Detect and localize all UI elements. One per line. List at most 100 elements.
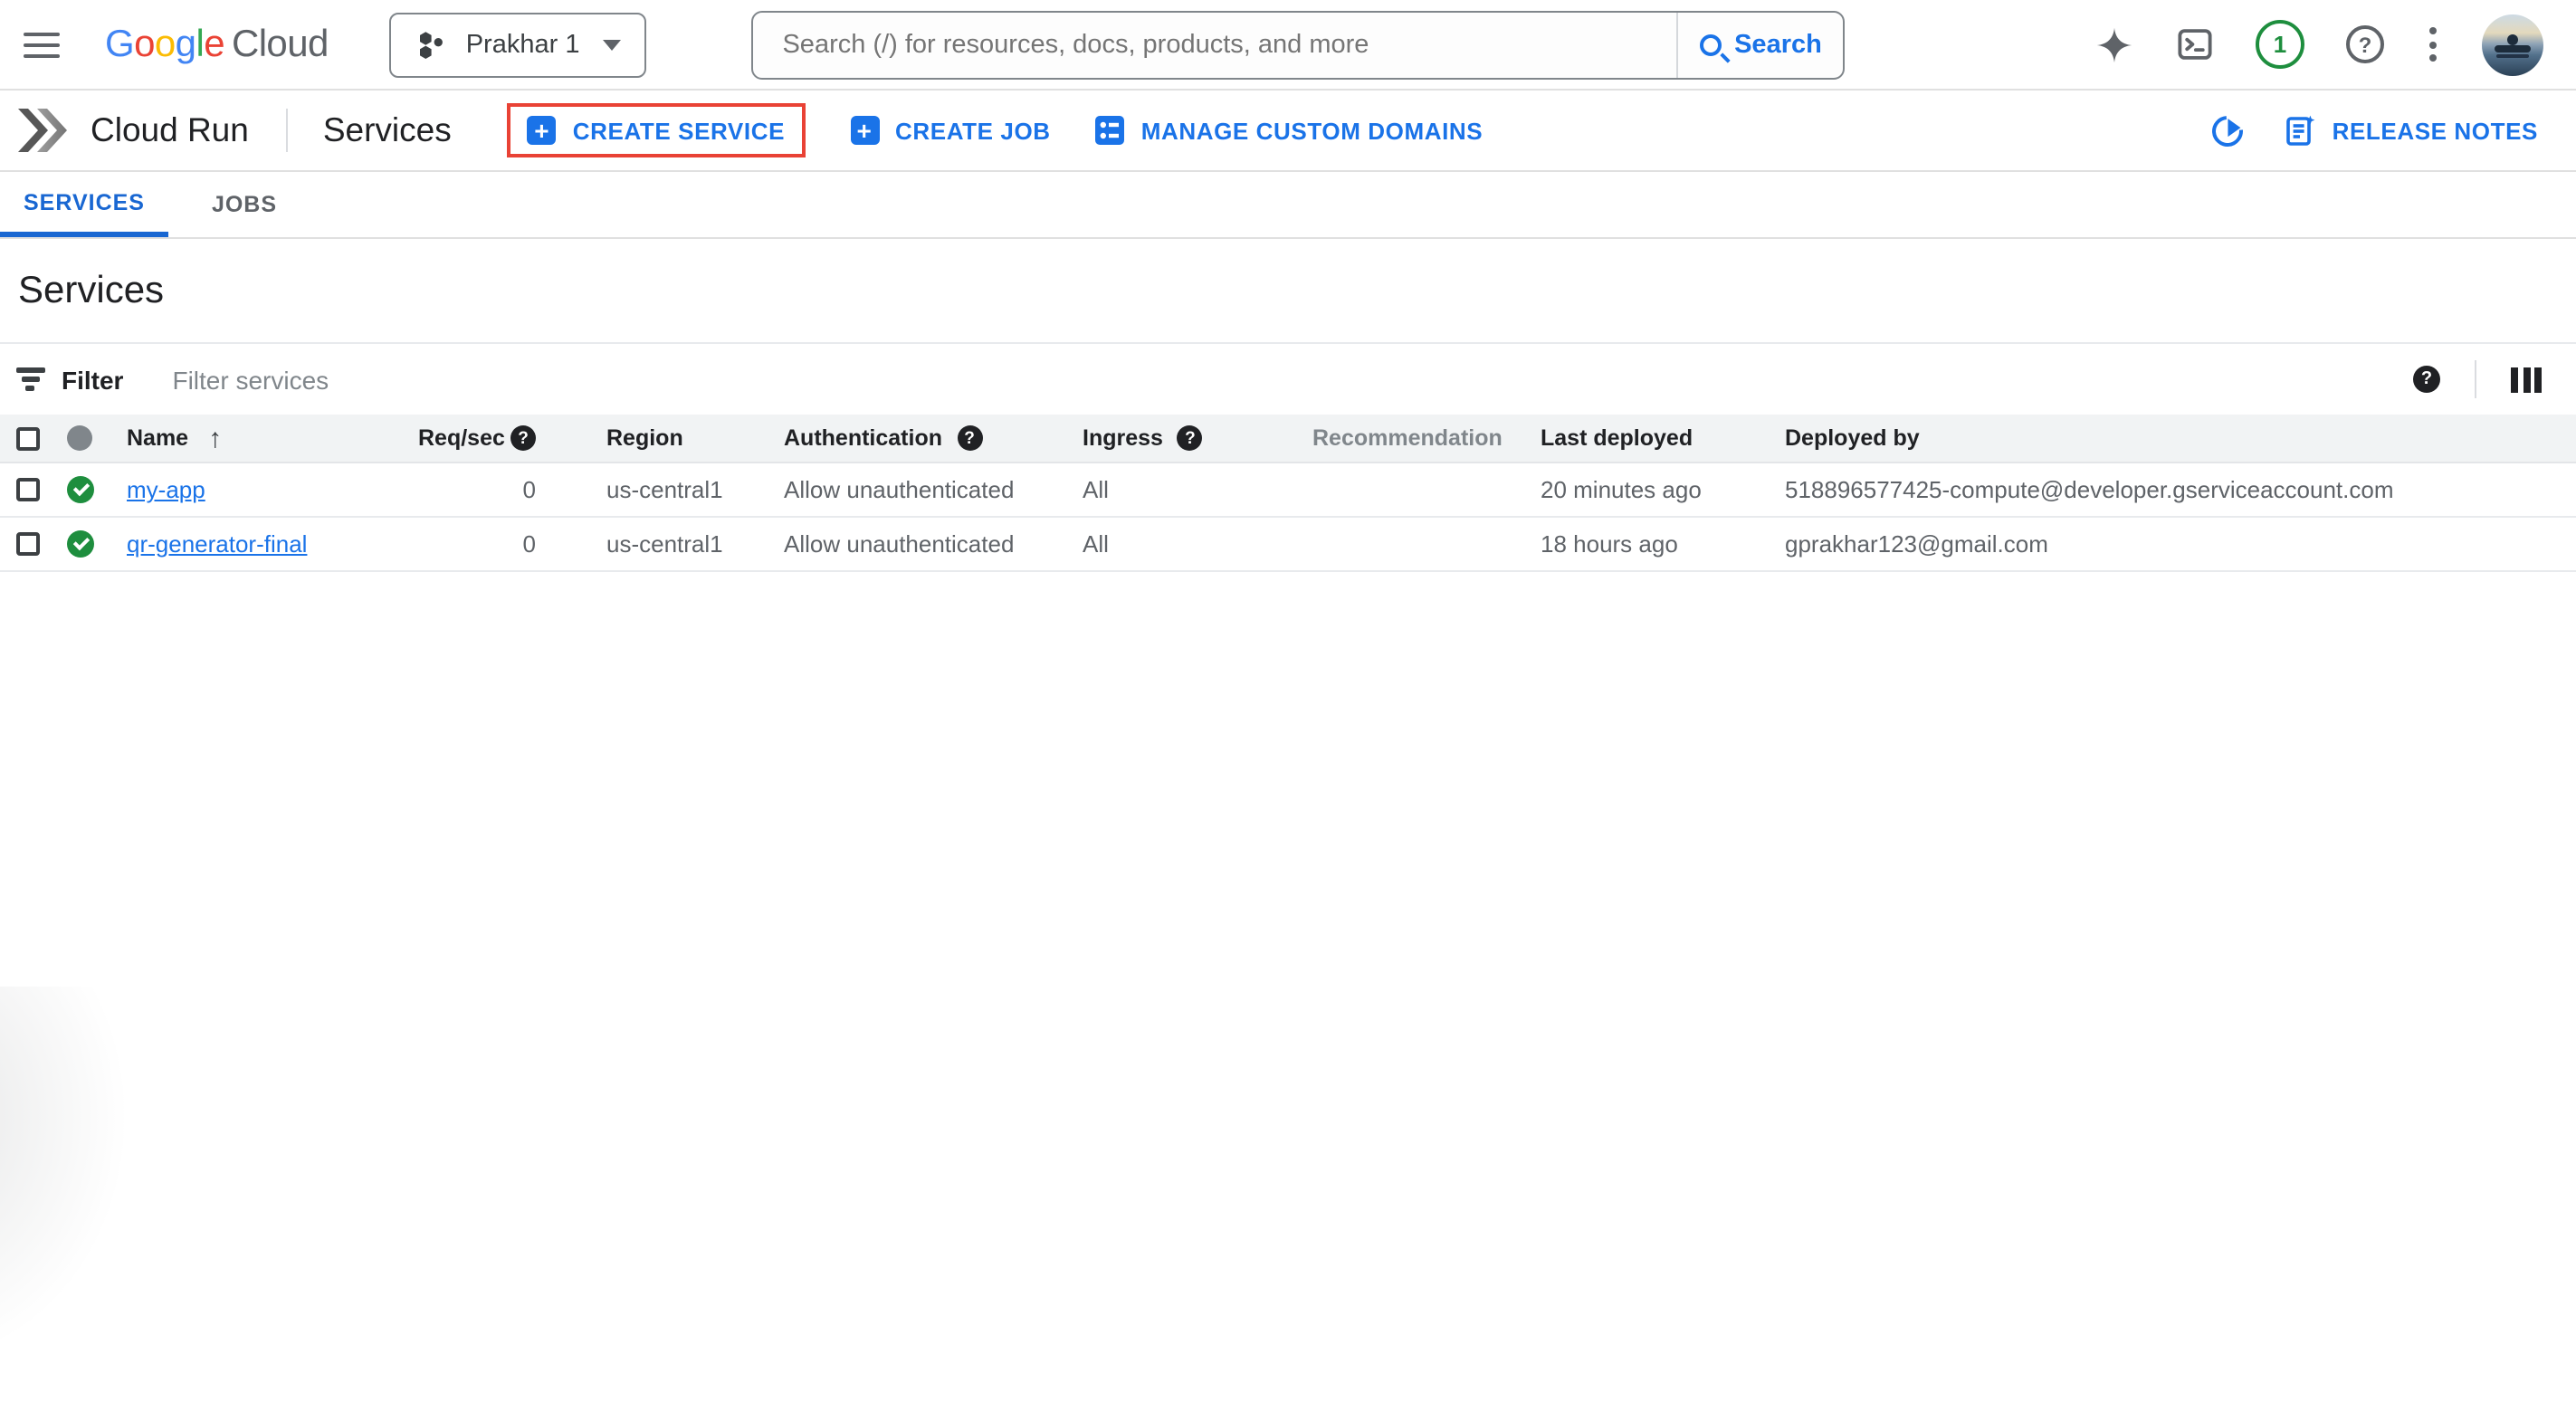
service-name-link[interactable]: qr-generator-final xyxy=(127,530,307,558)
req-sec-column-label: Req/sec xyxy=(418,425,505,451)
page-title-row: Services xyxy=(0,239,2576,344)
project-selector[interactable]: Prakhar 1 xyxy=(390,12,647,77)
last-deployed-column-label: Last deployed xyxy=(1541,425,1693,451)
product-title: Cloud Run xyxy=(91,110,249,150)
top-right-icons: 1 ? xyxy=(2094,14,2543,75)
table-row: qr-generator-final 0 us-central1 Allow u… xyxy=(0,518,2576,572)
search-button[interactable]: Search xyxy=(1676,12,1843,77)
notifications-badge[interactable]: 1 xyxy=(2256,20,2304,69)
search-icon xyxy=(1700,33,1722,55)
tab-services[interactable]: SERVICES xyxy=(0,172,168,237)
manage-custom-domains-button[interactable]: MANAGE CUSTOM DOMAINS xyxy=(1096,116,1484,145)
status-ok-icon xyxy=(67,530,94,558)
help-icon[interactable]: ? xyxy=(2346,25,2384,63)
header-right-actions: RELEASE NOTES xyxy=(2213,114,2538,147)
ingress-column-label: Ingress xyxy=(1083,425,1163,451)
ingress-help-icon[interactable]: ? xyxy=(1178,425,1203,451)
select-all-checkbox[interactable] xyxy=(16,426,40,450)
row-checkbox[interactable] xyxy=(16,532,40,556)
release-notes-button[interactable]: RELEASE NOTES xyxy=(2287,114,2538,147)
more-options-icon[interactable] xyxy=(2426,24,2440,65)
column-header-req-sec[interactable]: Req/sec ? xyxy=(418,425,539,451)
refresh-icon[interactable] xyxy=(2207,109,2250,152)
authentication-cell: Allow unauthenticated xyxy=(784,530,1083,558)
cloud-shell-icon[interactable] xyxy=(2176,25,2214,63)
red-annotation-box: + CREATE SERVICE xyxy=(508,103,805,157)
release-notes-label: RELEASE NOTES xyxy=(2333,117,2538,144)
column-header-recommendation: Recommendation xyxy=(1312,425,1541,451)
authentication-help-icon[interactable]: ? xyxy=(957,425,982,451)
filter-label: Filter xyxy=(62,365,123,394)
filter-input[interactable] xyxy=(172,365,2413,394)
cloud-logo-suffix: Cloud xyxy=(232,23,329,64)
top-bar: GoogleCloud Prakhar 1 Search xyxy=(0,0,2576,91)
help-glyph: ? xyxy=(518,428,529,448)
domains-icon xyxy=(1096,116,1125,145)
table-row: my-app 0 us-central1 Allow unauthenticat… xyxy=(0,463,2576,518)
table-body: my-app 0 us-central1 Allow unauthenticat… xyxy=(0,463,2576,572)
column-header-name[interactable]: Name ↑ xyxy=(127,423,418,453)
req-sec-cell: 0 xyxy=(418,530,539,558)
column-header-authentication[interactable]: Authentication ? xyxy=(784,425,1083,451)
column-header-last-deployed[interactable]: Last deployed xyxy=(1541,425,1785,451)
section-title: Services xyxy=(323,110,452,150)
menu-icon[interactable] xyxy=(24,32,60,57)
status-column-icon xyxy=(67,425,92,451)
create-job-button[interactable]: + CREATE JOB xyxy=(850,116,1051,145)
plus-icon: + xyxy=(850,116,879,145)
page-title: Services xyxy=(18,270,2576,313)
status-ok-icon xyxy=(67,476,94,503)
region-cell: us-central1 xyxy=(539,530,784,558)
header-divider xyxy=(287,109,289,152)
chevron-down-icon xyxy=(603,39,621,50)
recommendation-column-label: Recommendation xyxy=(1312,425,1503,451)
create-service-button[interactable]: + CREATE SERVICE xyxy=(528,116,785,145)
release-notes-doc-icon xyxy=(2287,114,2316,147)
header-actions: + CREATE SERVICE + CREATE JOB MANAGE CUS… xyxy=(508,103,1484,157)
manage-domains-label: MANAGE CUSTOM DOMAINS xyxy=(1141,117,1484,144)
gemini-sparkle-icon[interactable] xyxy=(2094,24,2134,64)
search-input[interactable] xyxy=(753,12,1676,77)
google-cloud-logo[interactable]: GoogleCloud xyxy=(105,23,329,66)
service-name-link[interactable]: my-app xyxy=(127,476,205,503)
region-column-label: Region xyxy=(606,425,683,451)
last-deployed-cell: 20 minutes ago xyxy=(1541,476,1785,503)
tab-bar: SERVICES JOBS xyxy=(0,172,2576,239)
filter-bar: Filter ? xyxy=(0,344,2576,415)
cloud-run-logo-icon xyxy=(14,107,71,154)
row-checkbox[interactable] xyxy=(16,478,40,501)
deployed-by-cell: 518896577425-compute@developer.gservicea… xyxy=(1785,476,2576,503)
create-service-label: CREATE SERVICE xyxy=(573,117,785,144)
page-header: Cloud Run Services + CREATE SERVICE + CR… xyxy=(0,91,2576,172)
notifications-count: 1 xyxy=(2274,31,2286,58)
region-cell: us-central1 xyxy=(539,476,784,503)
corner-shadow xyxy=(0,987,272,1421)
ingress-cell: All xyxy=(1083,530,1312,558)
table-help-icon[interactable]: ? xyxy=(2413,366,2440,393)
deployed-by-column-label: Deployed by xyxy=(1785,425,1920,451)
cloud-console-app: GoogleCloud Prakhar 1 Search xyxy=(0,0,2576,1421)
req-sec-cell: 0 xyxy=(418,476,539,503)
filter-funnel-icon xyxy=(14,368,45,391)
column-header-region[interactable]: Region xyxy=(539,425,784,451)
help-glyph: ? xyxy=(2359,32,2372,57)
google-logo-word: Google xyxy=(105,23,224,64)
search-button-label: Search xyxy=(1734,30,1822,59)
deployed-by-cell: gprakhar123@gmail.com xyxy=(1785,530,2576,558)
user-avatar[interactable] xyxy=(2482,14,2543,75)
help-glyph: ? xyxy=(1185,428,1196,448)
name-column-label: Name xyxy=(127,425,188,451)
tab-jobs[interactable]: JOBS xyxy=(168,172,320,237)
column-header-deployed-by[interactable]: Deployed by xyxy=(1785,425,2576,451)
global-search: Search xyxy=(751,10,1845,79)
project-hexagons-icon xyxy=(415,28,448,61)
column-display-options-icon[interactable] xyxy=(2511,367,2542,392)
help-glyph: ? xyxy=(964,428,975,448)
req-sec-help-icon[interactable]: ? xyxy=(510,425,536,451)
authentication-cell: Allow unauthenticated xyxy=(784,476,1083,503)
help-glyph: ? xyxy=(2421,369,2432,389)
filter-divider xyxy=(2475,360,2476,398)
column-header-ingress[interactable]: Ingress ? xyxy=(1083,425,1312,451)
create-job-label: CREATE JOB xyxy=(895,117,1051,144)
table-header: Name ↑ Req/sec ? Region Authentication ?… xyxy=(0,415,2576,463)
